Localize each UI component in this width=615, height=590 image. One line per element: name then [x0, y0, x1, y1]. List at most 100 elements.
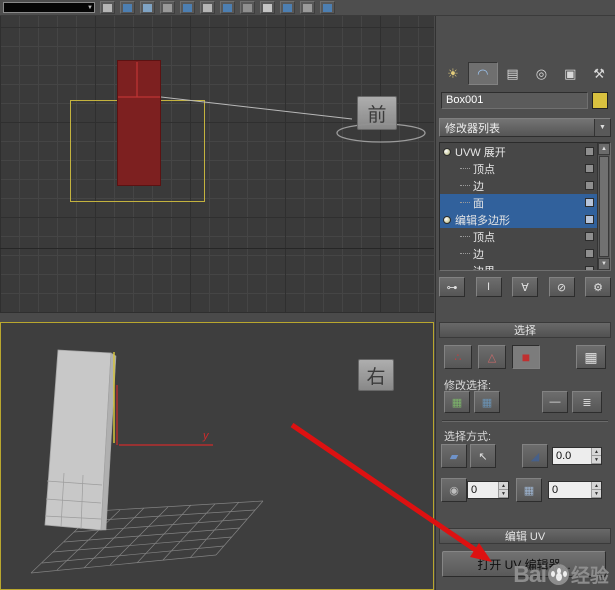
stack-item-handle [585, 266, 594, 270]
tab-hierarchy[interactable]: ▤ [499, 62, 527, 85]
render-last-icon[interactable] [320, 1, 335, 14]
edge-ring-icon[interactable]: — [542, 391, 568, 413]
modifier-list-label: 修改器列表 [445, 122, 500, 135]
spinner-value[interactable]: 0.0 [553, 448, 591, 464]
select-sphere-icon[interactable]: ◉ [441, 478, 467, 502]
modifier-enable-bulb-icon[interactable] [443, 147, 451, 156]
stack-item-label: 编辑多边形 [455, 214, 510, 227]
render-setup-icon[interactable] [240, 1, 255, 14]
scroll-down-icon[interactable]: ▼ [598, 258, 610, 270]
select-grid-icon[interactable]: ▦ [516, 478, 542, 502]
spinner-up-icon[interactable]: ▲ [592, 482, 601, 490]
front-viewport-overlay [118, 62, 426, 143]
ribbon-toggle-icon[interactable] [160, 1, 175, 14]
tab-create[interactable]: ☀ [439, 62, 467, 85]
tab-motion[interactable]: ◎ [527, 62, 555, 85]
shrink-selection-icon[interactable]: ▦ [474, 391, 500, 413]
stack-item-handle [585, 232, 594, 241]
spinner-value[interactable]: 0 [549, 482, 591, 498]
stack-subitem-vertex[interactable]: 顶点 [440, 160, 598, 177]
3ds-max-window: ▼ 前 y 右 ☀ ◠ ▤ ◎ ▣ ⚒ Box001 修改器列表 ▼ UVW 展… [0, 0, 615, 590]
viewport-front[interactable]: 前 [0, 16, 434, 313]
stack-item-label: 边界 [473, 263, 495, 271]
render-production-icon[interactable] [280, 1, 295, 14]
stack-item-handle [585, 249, 594, 258]
element-subobject-icon[interactable]: ▦ [576, 345, 606, 369]
command-panel-tabs: ☀ ◠ ▤ ◎ ▣ ⚒ [439, 62, 613, 85]
sphere-value-spinner[interactable]: 0 ▲ ▼ [467, 481, 509, 499]
stack-item-handle [585, 147, 594, 156]
spinner-down-icon[interactable]: ▼ [592, 490, 601, 498]
baidu-paw-icon [547, 564, 569, 585]
edit-uv-rollout-header[interactable]: 编辑 UV [439, 528, 611, 544]
spinner-down-icon[interactable]: ▼ [592, 456, 601, 464]
grow-selection-icon[interactable]: ▦ [444, 391, 470, 413]
remove-modifier-icon[interactable]: ⊘ [548, 277, 575, 297]
stack-toolbar: ⊶ I ∀ ⊘ ⚙ [439, 277, 611, 298]
edge-loop-icon[interactable]: ≣ [572, 391, 602, 413]
show-end-result-icon[interactable]: I [475, 277, 502, 297]
rendered-frame-window-icon[interactable] [260, 1, 275, 14]
command-panel: ☀ ◠ ▤ ◎ ▣ ⚒ Box001 修改器列表 ▼ UVW 展开 顶点 边 面… [435, 16, 615, 590]
dropdown-caret-icon: ▼ [87, 5, 93, 11]
render-iterative-icon[interactable] [300, 1, 315, 14]
stack-subitem-edge-2[interactable]: 边 [440, 245, 598, 262]
planar-angle-spinner[interactable]: 0.0 ▲ ▼ [552, 447, 602, 465]
object-name-field[interactable]: Box001 [441, 92, 588, 109]
baidu-jingyan-watermark: Bai 经验 [513, 561, 609, 588]
stack-subitem-vertex-2[interactable]: 顶点 [440, 228, 598, 245]
tab-display[interactable]: ▣ [556, 62, 584, 85]
modifier-enable-bulb-icon[interactable] [443, 215, 451, 224]
spinner-down-icon[interactable]: ▼ [499, 490, 508, 498]
stack-subitem-edge[interactable]: 边 [440, 177, 598, 194]
viewport-right[interactable]: y 右 [0, 322, 434, 590]
modifier-list-dropdown[interactable]: 修改器列表 ▼ [439, 118, 611, 137]
align-icon[interactable] [120, 1, 135, 14]
stack-item-handle [585, 198, 594, 207]
make-unique-icon[interactable]: ∀ [512, 277, 538, 297]
modify-tab-icon: ◠ [477, 65, 489, 81]
scroll-up-icon[interactable]: ▲ [598, 143, 610, 155]
viewcube-right-label[interactable]: 右 [358, 359, 394, 391]
spinner-value[interactable]: 0 [468, 482, 498, 498]
object-color-swatch[interactable] [592, 92, 608, 109]
planar-angle-icon[interactable]: ◢ [522, 444, 548, 468]
paint-select-cursor-icon[interactable]: ↖ [470, 444, 496, 468]
select-by-planar-icon[interactable]: ▰ [441, 444, 467, 468]
spinner-up-icon[interactable]: ▲ [499, 482, 508, 490]
stack-item-label: UVW 展开 [455, 146, 506, 159]
stack-item-label: 顶点 [473, 231, 495, 244]
motion-tab-icon: ◎ [535, 65, 548, 81]
edge-subobject-icon[interactable]: △ [478, 345, 506, 369]
curve-editor-icon[interactable] [180, 1, 195, 14]
stack-item-edit-poly[interactable]: 编辑多边形 [440, 211, 598, 228]
mirror-icon[interactable] [100, 1, 115, 14]
vertex-subobject-icon[interactable]: ∴ [444, 345, 472, 369]
stack-subitem-border[interactable]: 边界 [440, 262, 598, 271]
tab-utilities[interactable]: ⚒ [585, 62, 613, 85]
material-editor-icon[interactable] [220, 1, 235, 14]
box-object-right-view [44, 349, 112, 531]
selection-rollout-header[interactable]: 选择 [439, 322, 611, 338]
stack-item-handle [585, 215, 594, 224]
layer-manager-icon[interactable] [140, 1, 155, 14]
schematic-view-icon[interactable] [200, 1, 215, 14]
watermark-latin-text: Bai [513, 561, 547, 587]
stack-scrollbar[interactable]: ▲ ▼ [597, 143, 610, 270]
viewcube-front-label[interactable]: 前 [357, 96, 397, 130]
pin-stack-icon[interactable]: ⊶ [439, 277, 465, 297]
dropdown-arrow-icon[interactable]: ▼ [594, 119, 610, 136]
hierarchy-tab-icon: ▤ [506, 65, 519, 81]
grid-value-spinner[interactable]: 0 ▲ ▼ [548, 481, 602, 499]
scrollbar-thumb[interactable] [599, 156, 609, 257]
utilities-tab-icon: ⚒ [593, 65, 605, 81]
stack-item-uvw-unwrap[interactable]: UVW 展开 [440, 143, 598, 160]
stack-item-label: 边 [473, 180, 484, 193]
configure-modifier-sets-icon[interactable]: ⚙ [585, 277, 611, 297]
spinner-up-icon[interactable]: ▲ [592, 448, 601, 456]
stack-subitem-face[interactable]: 面 [440, 194, 598, 211]
tab-modify[interactable]: ◠ [467, 62, 498, 85]
named-selection-set-dropdown[interactable]: ▼ [3, 2, 95, 13]
stack-item-label: 边 [473, 248, 484, 261]
face-subobject-icon[interactable]: ■ [512, 345, 540, 369]
